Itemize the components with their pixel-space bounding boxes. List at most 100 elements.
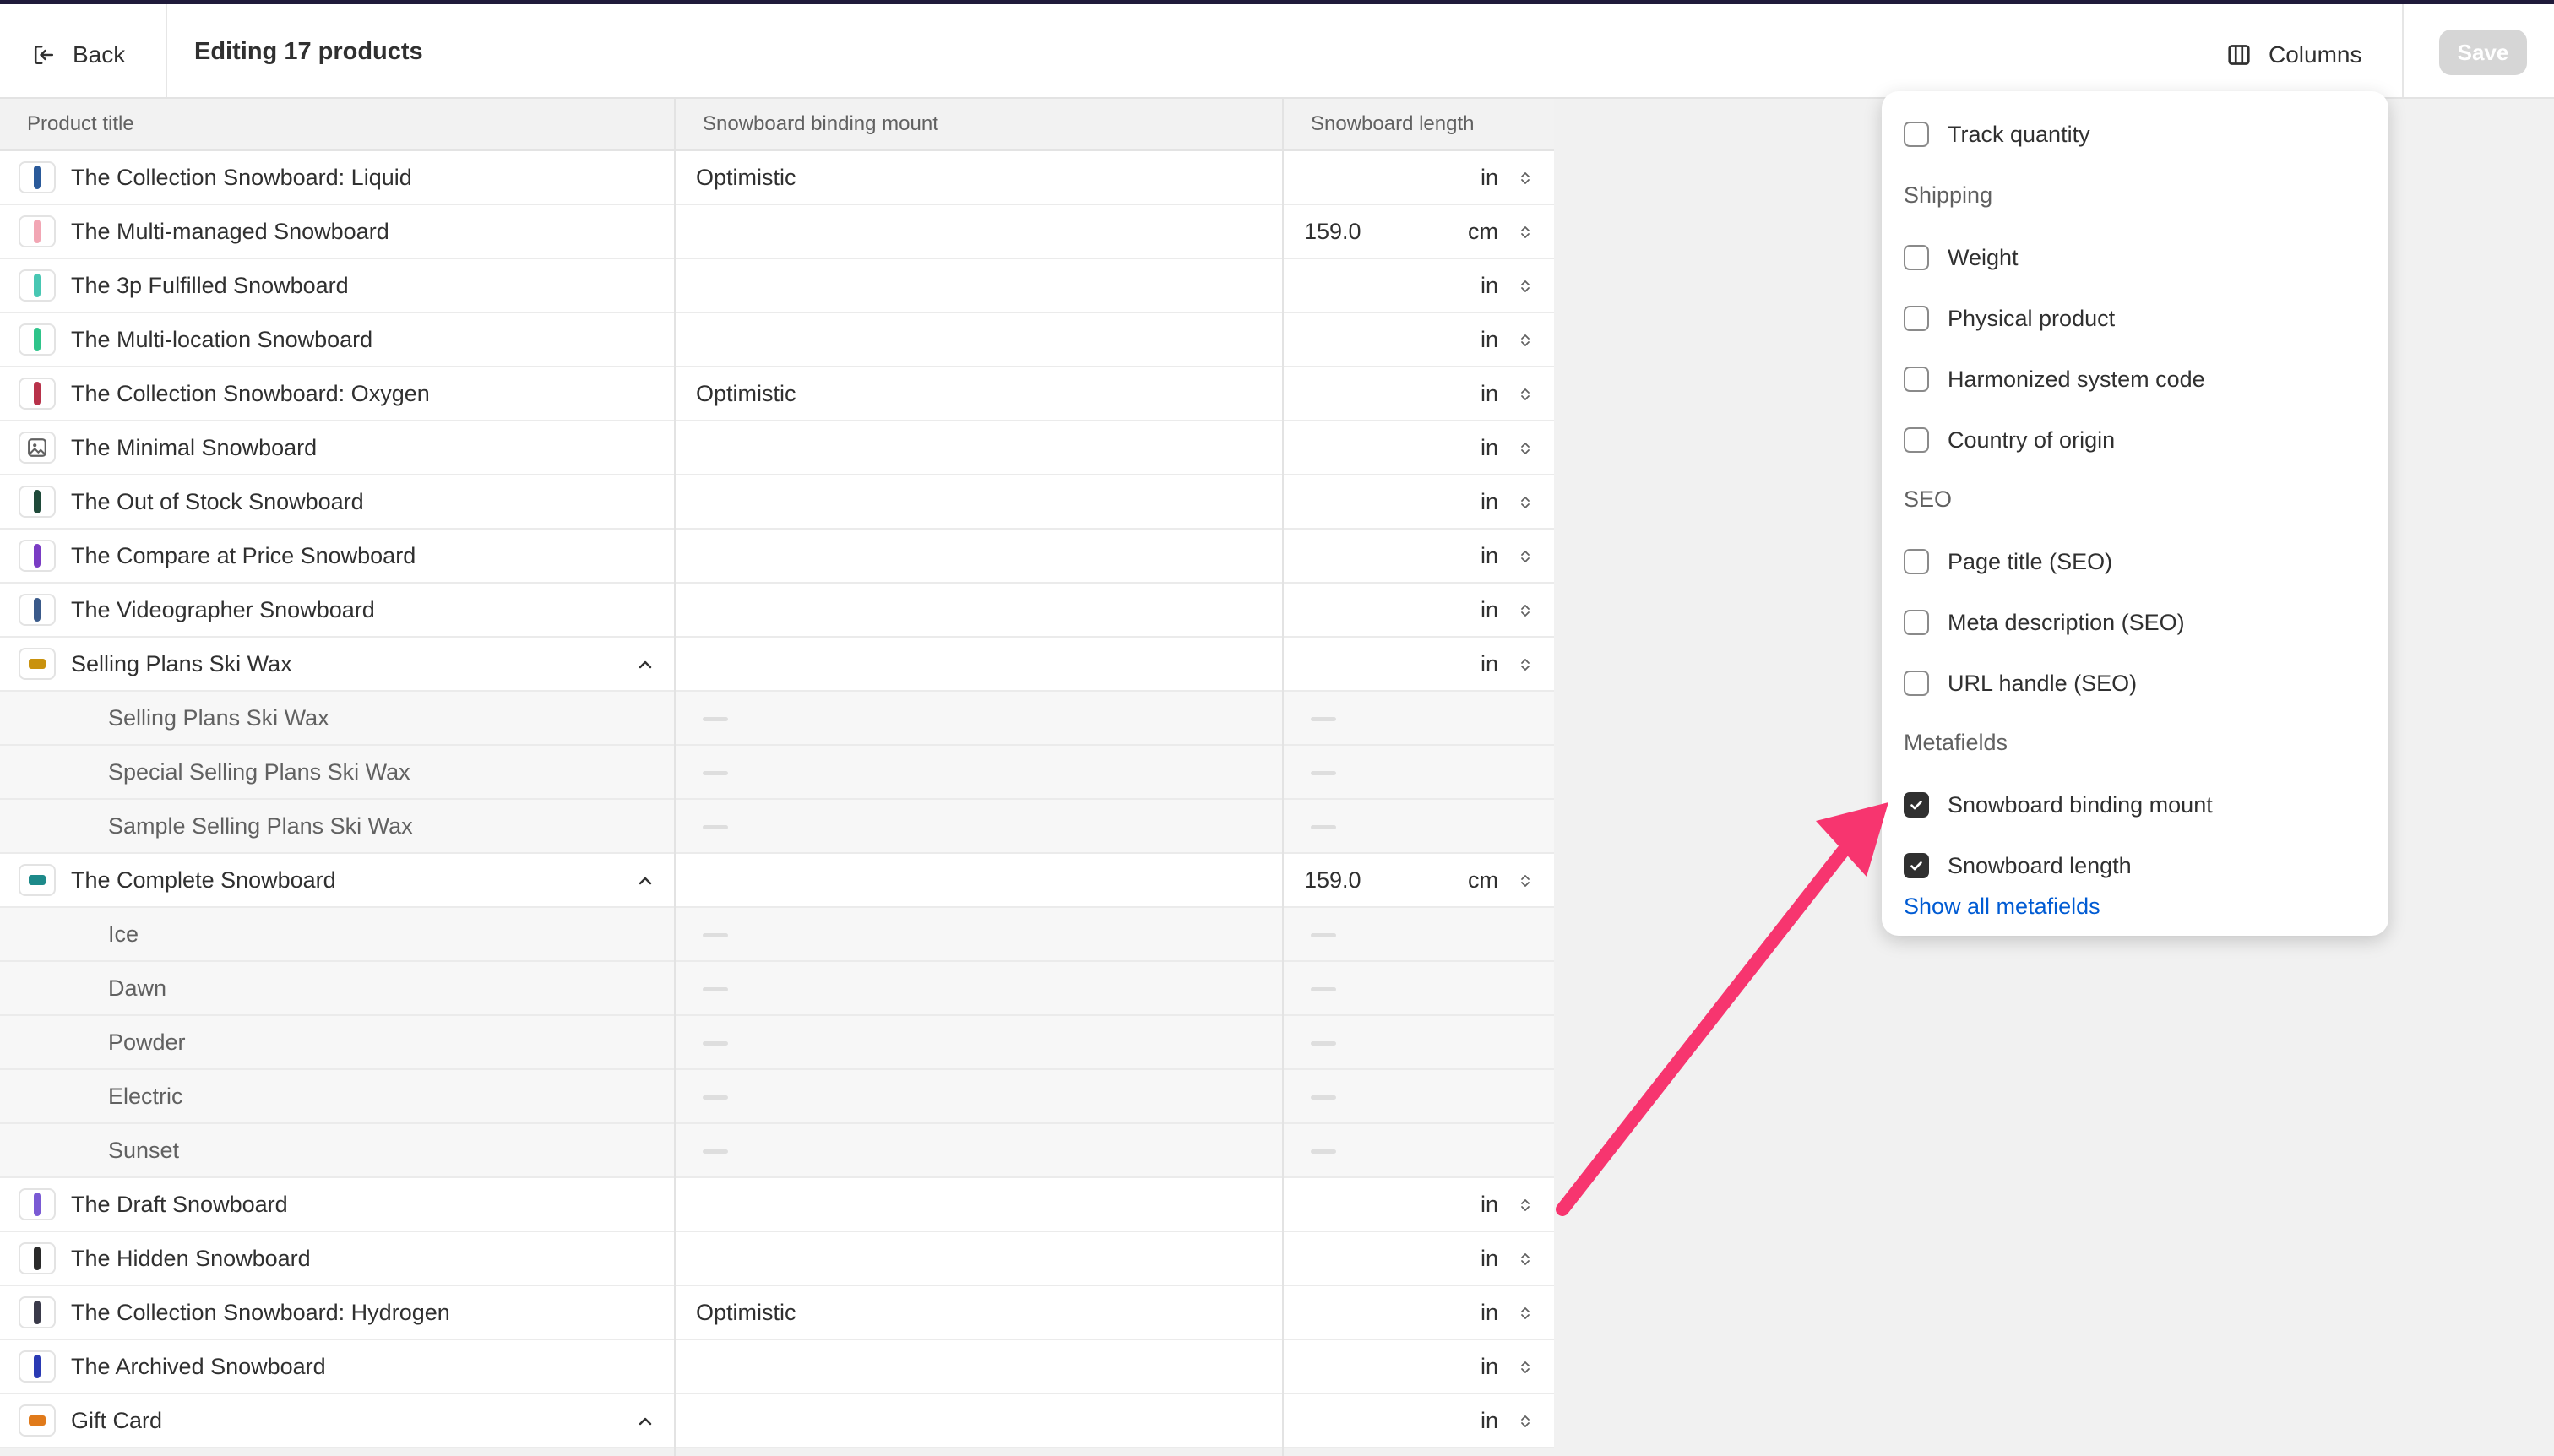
unit-select-chevron-icon[interactable] [1517,1355,1534,1380]
length-value[interactable]: 159.0 [1304,205,1361,258]
column-header-length[interactable]: Snowboard length [1311,99,1474,149]
product-title-cell[interactable]: The Multi-location Snowboard [71,313,372,366]
chevron-up-icon[interactable] [635,871,655,891]
product-title-cell[interactable]: The Hidden Snowboard [71,1232,311,1285]
product-title-cell[interactable]: Dawn [108,962,166,1014]
checkbox[interactable] [1904,306,1929,331]
image-icon [28,438,46,457]
unit-select-chevron-icon[interactable] [1517,220,1534,245]
length-unit[interactable]: in [1481,1232,1498,1285]
length-unit[interactable]: in [1481,638,1498,690]
product-title-cell[interactable]: Sample Selling Plans Ski Wax [108,800,413,852]
length-unit[interactable]: in [1481,313,1498,366]
length-unit[interactable]: in [1481,530,1498,582]
save-button[interactable]: Save [2439,30,2527,75]
product-title-cell[interactable]: The 3p Fulfilled Snowboard [71,259,349,312]
product-title-cell[interactable]: Electric [108,1070,183,1122]
show-all-metafields-link[interactable]: Show all metafields [1904,894,2100,920]
length-unit[interactable]: in [1481,1286,1498,1339]
length-unit[interactable]: in [1481,367,1498,420]
column-option[interactable]: URL handle (SEO) [1904,662,2137,704]
checkbox[interactable] [1904,122,1929,147]
product-title-cell[interactable]: The Archived Snowboard [71,1340,326,1393]
length-unit[interactable]: in [1481,475,1498,528]
column-option[interactable]: Physical product [1904,297,2115,340]
column-header-binding-mount[interactable]: Snowboard binding mount [703,99,938,149]
checkbox[interactable] [1904,792,1929,818]
column-option[interactable]: Snowboard length [1904,845,2132,887]
length-unit[interactable]: in [1481,1178,1498,1231]
unit-select-chevron-icon[interactable] [1517,490,1534,515]
unit-select-chevron-icon[interactable] [1517,1247,1534,1272]
chevron-up-icon[interactable] [635,655,655,675]
unit-select-chevron-icon[interactable] [1517,598,1534,623]
product-title-cell[interactable]: The Videographer Snowboard [71,584,375,636]
product-title-cell[interactable]: The Complete Snowboard [71,854,336,906]
columns-button[interactable]: Columns [2226,28,2361,82]
length-unit[interactable]: cm [1468,205,1498,258]
unit-select-chevron-icon[interactable] [1517,382,1534,407]
product-title-cell[interactable]: The Collection Snowboard: Liquid [71,151,412,204]
product-title-cell[interactable]: The Collection Snowboard: Oxygen [71,367,430,420]
binding-mount-cell[interactable]: Optimistic [696,151,796,204]
unit-select-chevron-icon[interactable] [1517,274,1534,299]
product-title-cell[interactable]: The Draft Snowboard [71,1178,288,1231]
length-unit[interactable]: in [1481,151,1498,204]
checkbox[interactable] [1904,367,1929,392]
length-unit[interactable]: in [1481,1340,1498,1393]
unit-select-chevron-icon[interactable] [1517,652,1534,677]
length-unit[interactable]: cm [1468,854,1498,906]
product-thumbnail [19,1296,56,1328]
unit-select-chevron-icon[interactable] [1517,544,1534,569]
product-title-cell[interactable]: The Out of Stock Snowboard [71,475,364,528]
length-unit[interactable]: in [1481,259,1498,312]
empty-cell-dash [703,717,728,721]
checkbox[interactable] [1904,245,1929,270]
unit-select-chevron-icon[interactable] [1517,1409,1534,1434]
checkbox[interactable] [1904,610,1929,635]
column-option[interactable]: Track quantity [1904,113,2090,155]
product-title-cell[interactable]: The Multi-managed Snowboard [71,205,389,258]
length-unit[interactable]: in [1481,1394,1498,1447]
product-title-cell[interactable]: Sunset [108,1124,179,1176]
column-option[interactable]: Meta description (SEO) [1904,601,2185,644]
product-title-cell[interactable]: Ice [108,908,139,960]
product-image [34,544,41,568]
unit-select-chevron-icon[interactable] [1517,1193,1534,1218]
checkbox[interactable] [1904,671,1929,696]
unit-select-chevron-icon[interactable] [1517,166,1534,191]
product-title-cell[interactable]: Gift Card [71,1394,162,1447]
unit-select-chevron-icon[interactable] [1517,328,1534,353]
binding-mount-cell[interactable]: Optimistic [696,367,796,420]
length-unit[interactable]: in [1481,421,1498,474]
column-option[interactable]: Harmonized system code [1904,358,2205,400]
column-option[interactable]: Snowboard binding mount [1904,784,2213,826]
binding-mount-cell[interactable]: Optimistic [696,1286,796,1339]
column-option[interactable]: Country of origin [1904,419,2115,461]
product-title-cell[interactable]: Powder [108,1016,186,1068]
length-unit[interactable]: in [1481,584,1498,636]
length-value[interactable]: 159.0 [1304,854,1361,906]
product-title-cell[interactable]: The Minimal Snowboard [71,421,317,474]
column-option[interactable]: Page title (SEO) [1904,541,2112,583]
column-header-product-title[interactable]: Product title [27,99,134,149]
unit-select-chevron-icon[interactable] [1517,868,1534,894]
product-thumbnail [19,161,56,193]
checkbox[interactable] [1904,549,1929,574]
empty-cell-dash [703,1149,728,1154]
product-title-cell[interactable]: Selling Plans Ski Wax [71,638,292,690]
product-title-cell[interactable]: The Collection Snowboard: Hydrogen [71,1286,450,1339]
variant-row: Special Selling Plans Ski Wax [0,746,1554,800]
product-title-cell[interactable]: The Compare at Price Snowboard [71,530,416,582]
back-button[interactable]: Back [32,28,125,82]
unit-select-chevron-icon[interactable] [1517,436,1534,461]
product-image [29,659,46,669]
column-option[interactable]: Weight [1904,236,2019,279]
chevron-up-icon[interactable] [635,1411,655,1432]
checkbox[interactable] [1904,427,1929,453]
product-thumbnail [19,1188,56,1220]
product-title-cell[interactable]: Special Selling Plans Ski Wax [108,746,410,798]
checkbox[interactable] [1904,853,1929,878]
unit-select-chevron-icon[interactable] [1517,1301,1534,1326]
product-title-cell[interactable]: Selling Plans Ski Wax [108,692,329,744]
